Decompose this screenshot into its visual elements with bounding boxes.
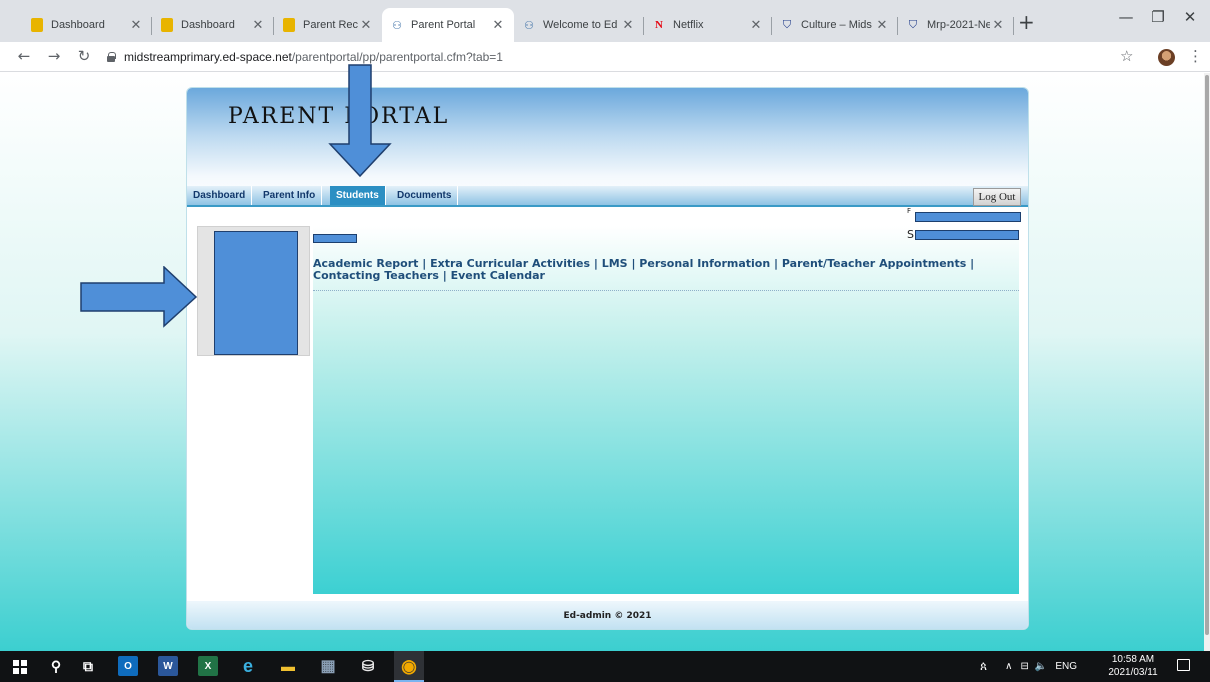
chrome-icon[interactable]: ◉	[394, 651, 424, 682]
close-tab-icon[interactable]: ✕	[358, 17, 374, 33]
minimize-icon[interactable]: —	[1116, 8, 1136, 26]
close-tab-icon[interactable]: ✕	[250, 17, 266, 33]
close-tab-icon[interactable]: ✕	[990, 17, 1006, 33]
folder-icon	[160, 18, 174, 32]
people-icon: ⚇	[392, 19, 402, 32]
profile-avatar[interactable]	[1158, 49, 1175, 66]
arrow-down-icon	[328, 64, 392, 178]
close-tab-icon[interactable]: ✕	[490, 17, 506, 33]
link-contacting-teachers[interactable]: Contacting Teachers	[313, 269, 439, 282]
clock-time: 10:58 AM	[1111, 654, 1155, 665]
menu-kebab-icon[interactable]: ⋮	[1188, 47, 1203, 65]
arrow-right-icon	[80, 266, 198, 328]
student-info-label: F	[907, 207, 912, 215]
close-tab-icon[interactable]: ✕	[748, 17, 764, 33]
page-scrollbar[interactable]	[1204, 73, 1210, 651]
shield-icon: ⛉	[908, 18, 918, 31]
windows-start-icon[interactable]	[10, 656, 30, 676]
redaction-block	[915, 230, 1019, 240]
task-view-icon[interactable]: ⧉	[78, 656, 98, 676]
tab-students[interactable]: Students	[330, 186, 386, 205]
redaction-block	[915, 212, 1021, 222]
link-event-calendar[interactable]: Event Calendar	[451, 269, 545, 282]
close-window-icon[interactable]: ✕	[1180, 8, 1200, 26]
folder-icon	[282, 18, 296, 32]
people-tray-icon[interactable]: ጰ	[980, 659, 987, 674]
browser-tab-title: Netflix	[673, 19, 704, 31]
portal-container: PARENT PORTAL Dashboard Parent Info Stud…	[186, 87, 1029, 630]
photo-redaction-block	[214, 231, 298, 355]
browser-tab-active[interactable]: ⚇ Parent Portal ✕	[382, 8, 514, 42]
tab-dashboard[interactable]: Dashboard	[187, 186, 253, 205]
lock-icon[interactable]	[106, 52, 116, 62]
language-indicator[interactable]: ENG	[1055, 661, 1077, 672]
redaction-block	[313, 234, 357, 243]
browser-tab[interactable]: Parent Record ✕	[274, 8, 382, 42]
close-tab-icon[interactable]: ✕	[128, 17, 144, 33]
outlook-icon[interactable]: O	[118, 656, 138, 676]
close-tab-icon[interactable]: ✕	[874, 17, 890, 33]
tab-parent-info[interactable]: Parent Info	[257, 186, 323, 205]
notifications-icon[interactable]	[1177, 659, 1190, 671]
browser-tab-title: Dashboard	[51, 19, 105, 31]
file-explorer-icon[interactable]: ▬	[278, 656, 298, 676]
search-icon[interactable]: ⚲	[46, 656, 66, 676]
bookmark-star-icon[interactable]: ☆	[1120, 47, 1133, 65]
web-page: PARENT PORTAL Dashboard Parent Info Stud…	[0, 73, 1204, 651]
calculator-icon[interactable]: ▦	[318, 656, 338, 676]
browser-tab[interactable]: ⚇ Welcome to Ed ✕	[514, 8, 644, 42]
clock-date: 2021/03/11	[1108, 667, 1158, 678]
scrollbar-thumb[interactable]	[1205, 75, 1209, 635]
browser-tab-title: Mrp-2021-Nev	[927, 19, 990, 31]
clock[interactable]: 10:58 AM 2021/03/11	[1105, 653, 1161, 679]
store-icon[interactable]: ⛁	[358, 656, 378, 676]
browser-tab[interactable]: N Netflix ✕	[644, 8, 772, 42]
reload-icon[interactable]: ↻	[74, 47, 94, 65]
student-info-label: S	[907, 228, 914, 241]
network-icon[interactable]: ⊟	[1020, 661, 1028, 672]
browser-tab[interactable]: ⛉ Mrp-2021-Nev ✕	[898, 8, 1014, 42]
browser-tab[interactable]: Dashboard ✕	[152, 8, 274, 42]
browser-tab-title: Culture – Mids	[801, 19, 872, 31]
volume-icon[interactable]: 🔈	[1035, 661, 1047, 672]
close-tab-icon[interactable]: ✕	[620, 17, 636, 33]
browser-toolbar: ← → ↻ midstreamprimary.ed-space.net/pare…	[0, 42, 1210, 72]
url-path: /parentportal/pp/parentportal.cfm?tab=1	[291, 50, 503, 64]
people-icon: ⚇	[524, 19, 534, 32]
link-personal-information[interactable]: Personal Information	[639, 257, 770, 270]
tab-documents[interactable]: Documents	[391, 186, 459, 205]
portal-footer: Ed-admin © 2021	[187, 601, 1028, 629]
new-tab-button[interactable]: +	[1018, 10, 1035, 34]
log-out-button[interactable]: Log Out	[973, 188, 1021, 206]
restore-icon[interactable]: ❐	[1148, 8, 1168, 26]
student-content-area: F S Academic Report | Extra Curricular A…	[313, 207, 1021, 594]
edge-icon[interactable]: e	[238, 656, 258, 676]
excel-icon[interactable]: X	[198, 656, 218, 676]
browser-tab-title: Dashboard	[181, 19, 235, 31]
forward-icon[interactable]: →	[44, 47, 64, 65]
link-parent-teacher-appointments[interactable]: Parent/Teacher Appointments	[782, 257, 966, 270]
browser-tab-strip: Dashboard ✕ Dashboard ✕ Parent Record ✕ …	[0, 0, 1210, 42]
back-icon[interactable]: ←	[14, 47, 34, 65]
system-tray: ጰ ∧ ⊟ 🔈 ENG	[980, 651, 1077, 682]
word-icon[interactable]: W	[158, 656, 178, 676]
windows-taskbar: ⚲ ⧉ O W X e ▬ ▦ ⛁ ◉ ጰ ∧ ⊟ 🔈 ENG 10:58 AM…	[0, 651, 1210, 682]
address-bar[interactable]: midstreamprimary.ed-space.net/parentport…	[106, 45, 1106, 69]
browser-tab-title: Parent Record	[303, 19, 358, 31]
chevron-up-icon[interactable]: ∧	[1005, 661, 1012, 672]
link-lms[interactable]: LMS	[602, 257, 628, 270]
shield-icon: ⛉	[782, 18, 792, 31]
netflix-icon: N	[655, 19, 663, 31]
browser-tab-title: Welcome to Ed	[543, 19, 618, 31]
portal-nav-bar: Dashboard Parent Info Students Documents	[187, 186, 1028, 207]
browser-tab[interactable]: Dashboard ✕	[22, 8, 152, 42]
browser-tab-title: Parent Portal	[411, 19, 476, 31]
folder-icon	[30, 18, 44, 32]
student-links: Academic Report | Extra Curricular Activ…	[313, 258, 1019, 291]
url-host: midstreamprimary.ed-space.net	[124, 50, 292, 64]
browser-tab[interactable]: ⛉ Culture – Mids ✕	[772, 8, 898, 42]
